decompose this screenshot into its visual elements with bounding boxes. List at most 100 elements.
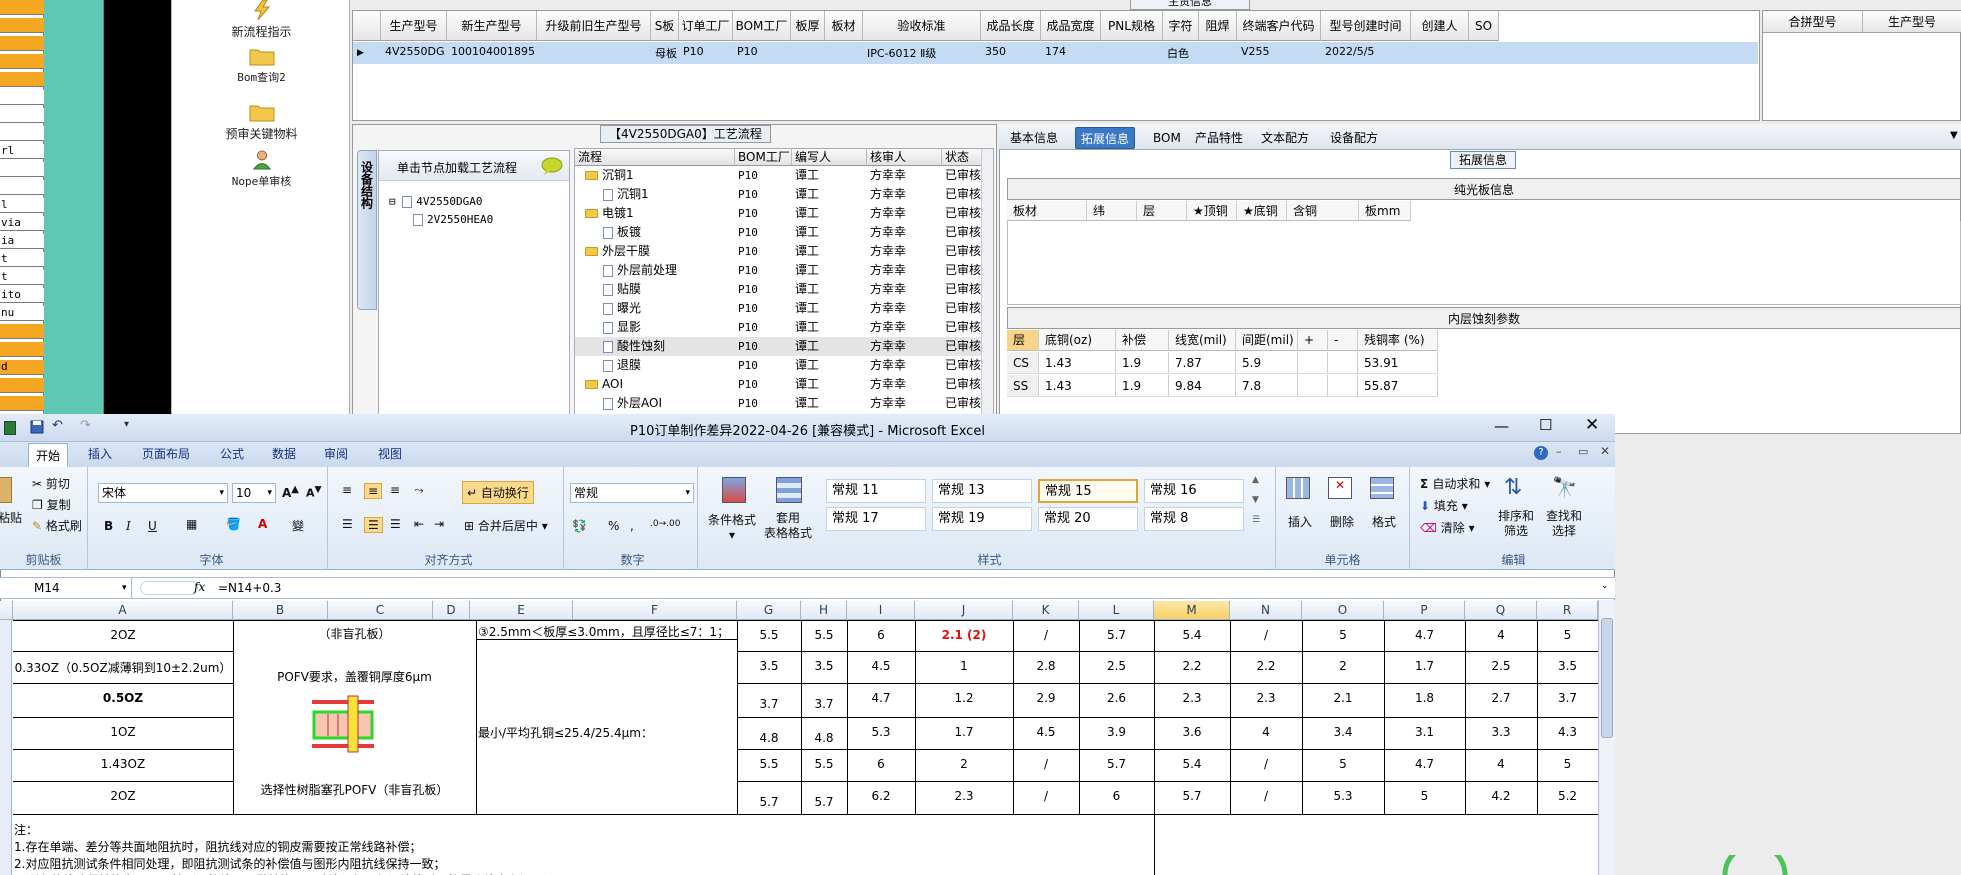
list-item[interactable] [0, 72, 44, 87]
number-format-select[interactable]: 常规 ▾ [570, 483, 694, 503]
col-header[interactable]: PNL规格 [1101, 11, 1163, 41]
process-row[interactable]: 曝光 P10 谭工 方幸幸 已审核 [575, 299, 993, 318]
data-cell[interactable]: 5.7 [1079, 757, 1154, 771]
process-row[interactable]: 退膜 P10 谭工 方幸幸 已审核 [575, 356, 993, 375]
mdi-minimize-icon[interactable]: – [1556, 445, 1562, 458]
list-item[interactable]: l [0, 198, 44, 213]
data-cell[interactable]: 4.5 [847, 659, 915, 673]
col-header[interactable]: BOM工厂 [733, 11, 791, 41]
data-cell[interactable]: 5 [1302, 628, 1384, 642]
note-line[interactable]: 1.存在单端、差分等共面地阻抗时，阻抗线对应的铜皮需要按正常线路补偿； [14, 838, 421, 855]
align-left-icon[interactable]: ☰ [342, 517, 353, 531]
nav-item-bom-query[interactable]: Bom查询2 [172, 46, 351, 85]
data-cell[interactable]: 5 [1537, 757, 1598, 771]
wrap-text-button[interactable]: ↵ 自动换行 [462, 481, 534, 504]
cell-style-option[interactable]: 常规 16 [1144, 479, 1244, 503]
help-icon[interactable]: ? [1534, 446, 1548, 460]
col-header[interactable]: 创建人 [1411, 11, 1469, 41]
cell-b-top[interactable]: （非盲孔板） [233, 625, 476, 642]
bright-col-header[interactable]: ★顶铜 [1187, 201, 1237, 221]
data-cell[interactable]: 4 [1230, 725, 1302, 739]
list-item[interactable] [0, 180, 44, 195]
ext-tab[interactable]: 拓展信息 [1075, 127, 1136, 149]
data-cell[interactable]: 3.5 [1537, 659, 1598, 673]
tab-equipment-structure[interactable]: 设备结构 [357, 150, 377, 310]
data-cell[interactable]: 3.1 [1384, 725, 1465, 739]
list-item[interactable] [0, 18, 44, 33]
data-cell[interactable]: 4.7 [1384, 757, 1465, 771]
currency-icon[interactable]: 💱 [572, 519, 587, 533]
column-header[interactable]: K [1013, 601, 1079, 620]
col-writer[interactable]: 编写人 [792, 149, 867, 166]
fill-color-button[interactable]: 🪣 [226, 517, 241, 531]
maximize-button[interactable]: ☐ [1539, 416, 1552, 434]
process-row[interactable]: 电镀1 P10 谭工 方幸幸 已审核 [575, 204, 993, 223]
underline-button[interactable]: U [148, 519, 157, 533]
process-row[interactable]: 酸性蚀刻 P10 谭工 方幸幸 已审核 [575, 337, 993, 356]
data-cell[interactable]: 5.3 [1302, 789, 1384, 803]
list-item[interactable]: ia [0, 234, 44, 249]
tree-node-child[interactable]: 2V2550HEA0 [413, 213, 493, 226]
column-header[interactable]: P [1384, 601, 1465, 620]
list-item[interactable] [0, 396, 44, 411]
bright-col-header[interactable]: 含铜 [1287, 201, 1359, 221]
cell-b-mid[interactable]: POFV要求，盖覆铜厚度6μm [233, 668, 476, 685]
col-header[interactable]: 板材 [825, 11, 863, 41]
process-row[interactable]: 沉铜1 P10 谭工 方幸幸 已审核 [575, 185, 993, 204]
data-cell[interactable]: 5.2 [1537, 789, 1598, 803]
data-cell[interactable]: 4.8 [801, 731, 847, 745]
col-header[interactable]: 型号创建时间 [1321, 11, 1411, 41]
data-cell[interactable]: 2.3 [915, 789, 1013, 803]
data-cell[interactable]: 2.7 [1465, 691, 1537, 705]
column-header[interactable]: H [801, 601, 847, 620]
decrease-indent-icon[interactable]: ⇤ [414, 517, 424, 531]
fill-button[interactable]: ⬇ 填充 ▾ [1420, 497, 1468, 514]
cell-a[interactable]: 0.5OZ [13, 691, 233, 705]
top-tab-fragment[interactable]: 主贸信息 [1130, 0, 1250, 10]
data-cell[interactable]: / [1230, 628, 1302, 642]
data-cell[interactable]: 4.3 [1537, 725, 1598, 739]
bright-col-header[interactable]: 纬 [1087, 201, 1137, 221]
column-header[interactable]: L [1079, 601, 1154, 620]
data-cell[interactable]: 5.5 [737, 628, 801, 642]
percent-icon[interactable]: % [608, 519, 619, 533]
tab-overflow-icon[interactable]: ▼ [1950, 130, 1958, 141]
align-bottom-icon[interactable]: ≡ [390, 483, 400, 497]
data-cell[interactable]: 2.2 [1154, 659, 1230, 673]
cell-style-option[interactable]: 常规 17 [826, 507, 926, 531]
align-middle-icon[interactable]: ≡ [364, 483, 383, 499]
ribbon-tab[interactable]: 页面布局 [142, 442, 190, 467]
select-all-corner[interactable] [0, 601, 13, 620]
cell-style-option[interactable]: 常规 13 [932, 479, 1032, 503]
paste-icon[interactable] [0, 477, 12, 503]
data-cell[interactable]: 6 [1079, 789, 1154, 803]
data-cell[interactable]: / [1013, 628, 1079, 642]
data-cell[interactable]: 4.2 [1465, 789, 1537, 803]
delete-button[interactable]: 删除 [1330, 513, 1354, 530]
col-header[interactable]: 字符 [1163, 11, 1199, 41]
vertical-scrollbar[interactable] [1598, 600, 1615, 875]
cell-e-mid[interactable]: 最小/平均孔铜≤25.4/25.4μm： [478, 724, 653, 741]
data-cell[interactable]: 6 [847, 757, 915, 771]
col-header[interactable]: SO [1469, 11, 1499, 41]
orientation-icon[interactable]: ⤳ [414, 483, 424, 498]
ext-tab[interactable]: 产品特性 [1190, 127, 1248, 149]
column-header[interactable]: R [1537, 601, 1598, 620]
nav-item-nope-review[interactable]: Nope单审核 [172, 150, 351, 189]
list-item[interactable]: t [0, 252, 44, 267]
data-cell[interactable]: 5.7 [737, 795, 801, 809]
list-item[interactable] [0, 342, 44, 357]
function-icon[interactable]: fx [194, 580, 205, 594]
data-cell[interactable]: 3.7 [1537, 691, 1598, 705]
mdi-restore-icon[interactable]: ▭ [1578, 445, 1588, 458]
data-cell[interactable]: 1.7 [915, 725, 1013, 739]
ribbon-tab[interactable]: 公式 [220, 442, 244, 467]
cell-e-top[interactable]: ③2.5mm＜板厚≤3.0mm，且厚径比≤7：1； [478, 623, 729, 640]
process-row[interactable]: 贴膜 P10 谭工 方幸幸 已审核 [575, 280, 993, 299]
col-header[interactable]: 新生产型号 [447, 11, 537, 41]
bright-col-header[interactable]: 板mm [1359, 201, 1411, 221]
data-cell[interactable]: 5.4 [1154, 628, 1230, 642]
increase-indent-icon[interactable]: ⇥ [434, 517, 444, 531]
mdi-close-icon[interactable]: ✕ [1600, 444, 1610, 458]
cell-a[interactable]: 2OZ [13, 789, 233, 803]
